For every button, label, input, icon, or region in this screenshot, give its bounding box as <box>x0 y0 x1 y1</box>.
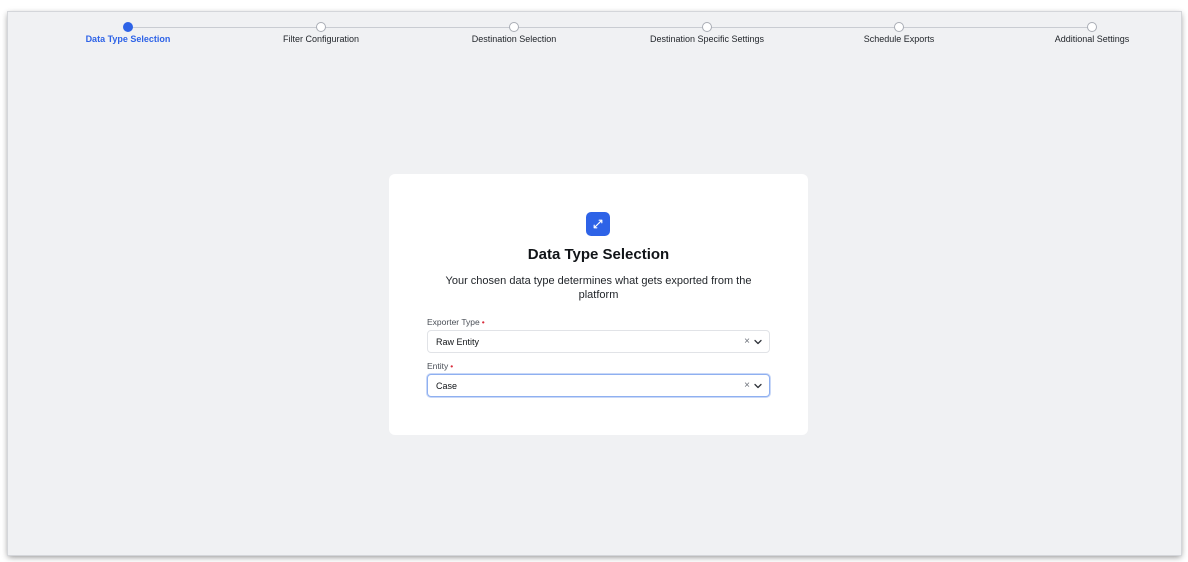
entity-select[interactable]: Case × <box>427 374 770 397</box>
step-indicator-dot <box>316 22 326 32</box>
clear-icon[interactable]: × <box>744 380 750 392</box>
clear-icon[interactable]: × <box>744 336 750 348</box>
card-title: Data Type Selection <box>527 246 670 263</box>
entity-label-text: Entity <box>427 361 449 371</box>
step-destination-specific-settings[interactable]: Destination Specific Settings <box>607 22 807 44</box>
data-type-selection-card: Data Type Selection Your chosen data typ… <box>389 174 808 435</box>
chevron-down-icon[interactable] <box>753 381 763 391</box>
app-window: Data Type Selection Filter Configuration… <box>8 12 1181 555</box>
step-data-type-selection[interactable]: Data Type Selection <box>28 22 228 44</box>
step-indicator-dot <box>1087 22 1097 32</box>
step-filter-configuration[interactable]: Filter Configuration <box>221 22 421 44</box>
entity-value: Case <box>436 381 458 391</box>
step-label: Filter Configuration <box>282 34 360 44</box>
step-indicator-dot <box>702 22 712 32</box>
exporter-type-value: Raw Entity <box>436 337 480 347</box>
step-destination-selection[interactable]: Destination Selection <box>414 22 614 44</box>
step-label: Data Type Selection <box>85 34 171 44</box>
exporter-type-select[interactable]: Raw Entity × <box>427 330 770 353</box>
exporter-type-label-text: Exporter Type <box>427 317 480 327</box>
required-indicator: • <box>450 361 454 371</box>
card-description: Your chosen data type determines what ge… <box>445 275 752 301</box>
transfer-arrows-icon <box>586 212 610 236</box>
step-indicator-dot <box>894 22 904 32</box>
wizard-stepper: Data Type Selection Filter Configuration… <box>8 12 1181 52</box>
step-label: Additional Settings <box>1054 34 1130 44</box>
step-indicator-dot <box>509 22 519 32</box>
exporter-type-label: Exporter Type • <box>427 317 485 327</box>
step-label: Destination Specific Settings <box>649 34 765 44</box>
step-indicator-dot <box>123 22 133 32</box>
step-label: Schedule Exports <box>863 34 935 44</box>
chevron-down-icon[interactable] <box>753 337 763 347</box>
step-schedule-exports[interactable]: Schedule Exports <box>799 22 999 44</box>
step-additional-settings[interactable]: Additional Settings <box>992 22 1188 44</box>
entity-label: Entity • <box>427 361 453 371</box>
required-indicator: • <box>481 317 485 327</box>
step-label: Destination Selection <box>471 34 557 44</box>
